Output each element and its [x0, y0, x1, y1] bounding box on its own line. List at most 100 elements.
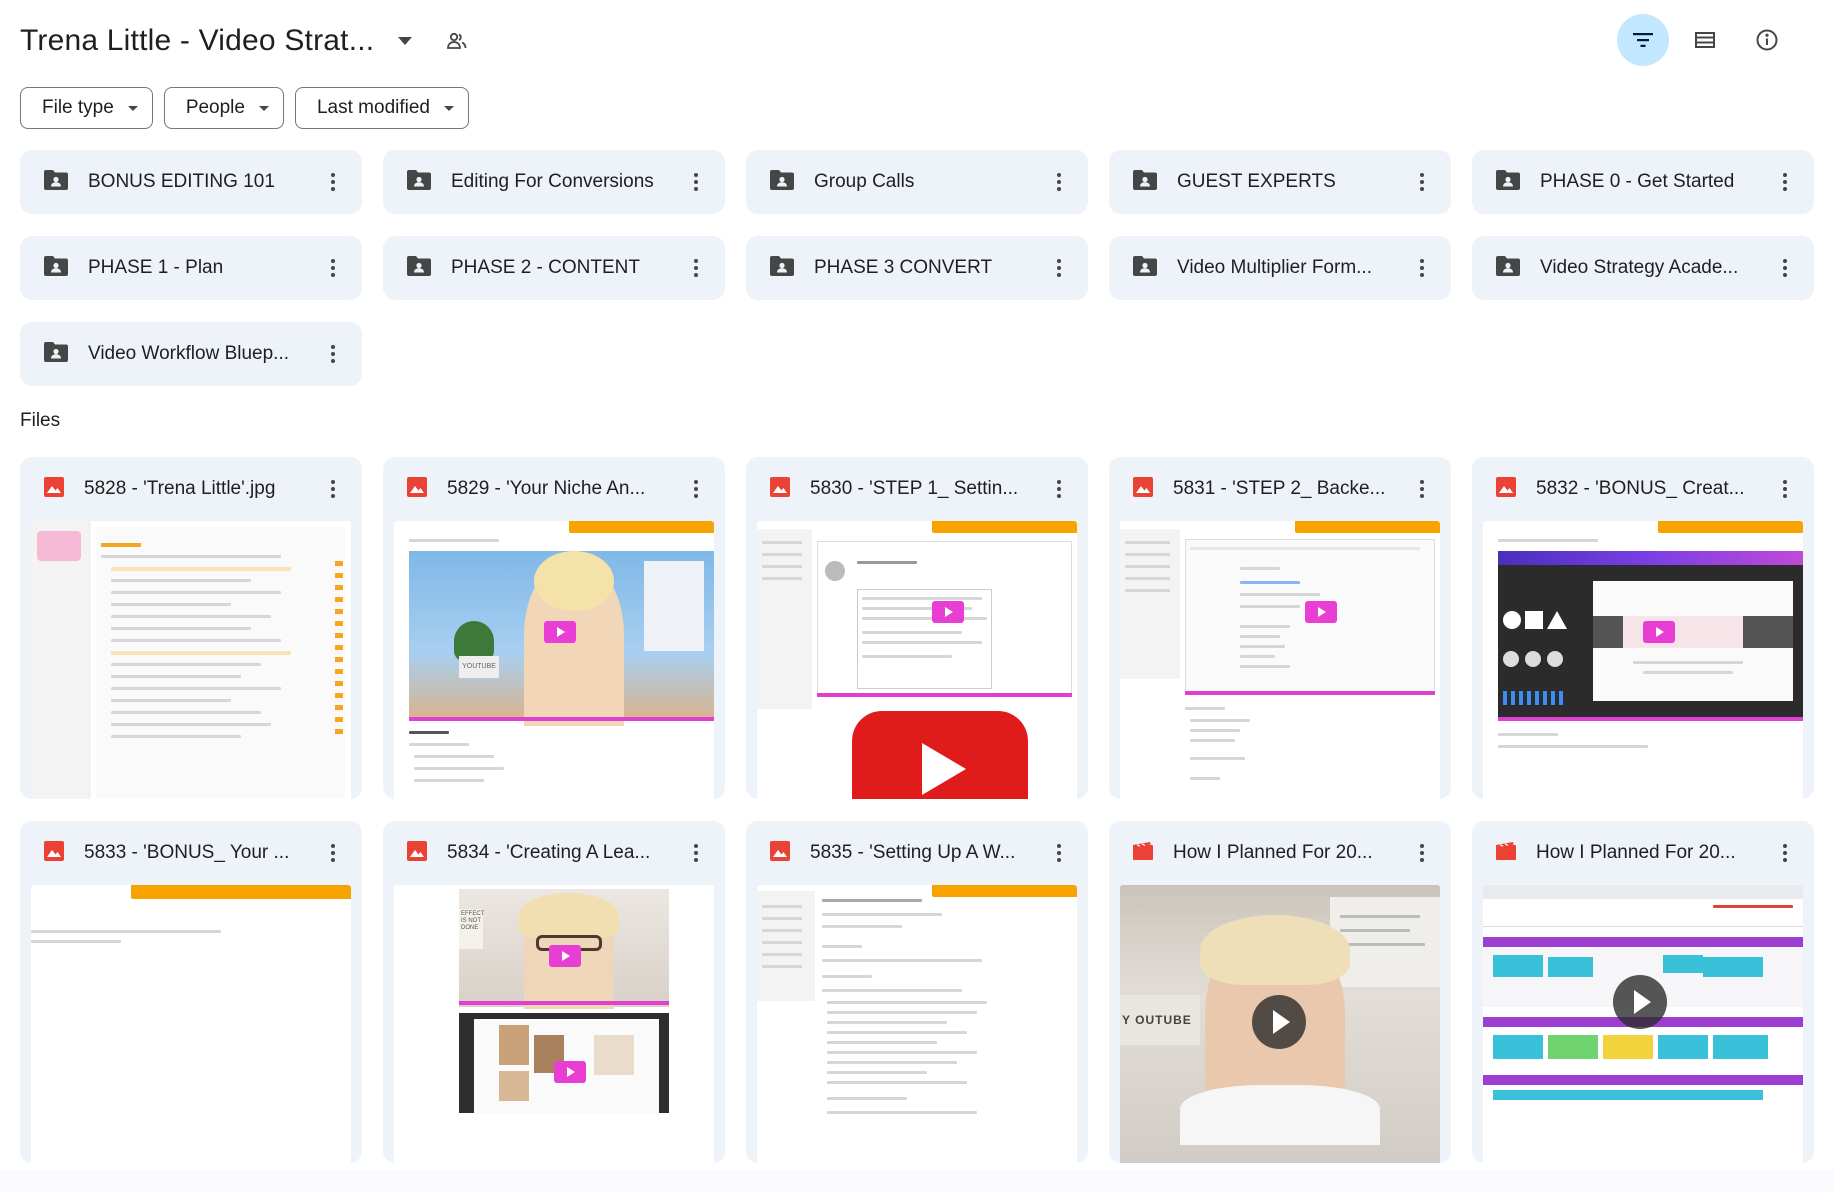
- file-card[interactable]: 5833 - 'BONUS_ Your ...: [20, 821, 362, 1163]
- file-name: 5829 - 'Your Niche An...: [447, 478, 646, 499]
- info-icon[interactable]: [1741, 14, 1793, 66]
- image-file-icon: [407, 476, 427, 502]
- file-thumbnail: [1483, 521, 1803, 799]
- more-options-icon[interactable]: [1772, 833, 1798, 873]
- more-options-icon[interactable]: [1409, 833, 1435, 873]
- file-thumbnail: [1483, 885, 1803, 1163]
- youtube-sign: YOUTUBE: [462, 663, 496, 670]
- image-file-icon: [407, 840, 427, 866]
- more-options-icon[interactable]: [683, 248, 709, 288]
- more-options-icon[interactable]: [320, 334, 346, 374]
- shared-folder-icon: [770, 255, 794, 281]
- image-file-icon: [1496, 476, 1516, 502]
- last-modified-filter[interactable]: Last modified: [294, 87, 469, 129]
- folder-name: Group Calls: [814, 171, 915, 192]
- shared-folder-icon: [407, 169, 431, 195]
- folder-item[interactable]: GUEST EXPERTS: [1109, 150, 1451, 214]
- file-card[interactable]: 5832 - 'BONUS_ Creat...: [1472, 457, 1814, 799]
- folder-item[interactable]: Video Workflow Bluep...: [20, 322, 362, 386]
- files-section-label: Files: [20, 410, 61, 431]
- shared-folder-icon: [44, 255, 68, 281]
- chevron-down-icon: [127, 106, 138, 111]
- more-options-icon[interactable]: [1772, 469, 1798, 509]
- more-options-icon[interactable]: [1046, 248, 1072, 288]
- chip-label: People: [185, 97, 245, 118]
- folder-name: Editing For Conversions: [451, 171, 654, 192]
- more-options-icon[interactable]: [1772, 248, 1798, 288]
- file-type-filter[interactable]: File type: [20, 87, 153, 129]
- file-card[interactable]: 5835 - 'Setting Up A W...: [746, 821, 1088, 1163]
- file-header: 5828 - 'Trena Little'.jpg: [20, 457, 362, 521]
- file-thumbnail: Y OUTUBE: [1120, 885, 1440, 1163]
- file-card[interactable]: 5828 - 'Trena Little'.jpg: [20, 457, 362, 799]
- more-options-icon[interactable]: [1409, 469, 1435, 509]
- file-card[interactable]: 5829 - 'Your Niche An... YOUTUBE: [383, 457, 725, 799]
- video-file-icon: [1133, 841, 1153, 865]
- more-options-icon[interactable]: [320, 833, 346, 873]
- more-options-icon[interactable]: [683, 162, 709, 202]
- folder-name: PHASE 1 - Plan: [88, 257, 224, 278]
- play-icon[interactable]: [1252, 995, 1306, 1049]
- file-thumbnail: [31, 521, 351, 799]
- shared-folder-icon: [1496, 255, 1520, 281]
- folder-item[interactable]: Group Calls: [746, 150, 1088, 214]
- caret-down-icon[interactable]: [382, 18, 428, 64]
- chip-label: File type: [42, 97, 114, 118]
- shared-folder-icon: [44, 341, 68, 367]
- folder-item[interactable]: Video Strategy Acade...: [1472, 236, 1814, 300]
- file-header: 5833 - 'BONUS_ Your ...: [20, 821, 362, 885]
- filter-icon[interactable]: [1617, 14, 1669, 66]
- file-thumbnail: YOUTUBE: [394, 521, 714, 799]
- chip-label: Last modified: [316, 97, 430, 118]
- folder-item[interactable]: BONUS EDITING 101: [20, 150, 362, 214]
- file-card[interactable]: 5830 - 'STEP 1_ Settin...: [746, 457, 1088, 799]
- folder-name: PHASE 2 - CONTENT: [451, 257, 640, 278]
- file-card[interactable]: 5834 - 'Creating A Lea... EFFECT IS NOT …: [383, 821, 725, 1163]
- image-file-icon: [44, 476, 64, 502]
- shared-folder-people-icon[interactable]: [434, 18, 480, 64]
- more-options-icon[interactable]: [1046, 162, 1072, 202]
- more-options-icon[interactable]: [683, 469, 709, 509]
- folder-item[interactable]: Video Multiplier Form...: [1109, 236, 1451, 300]
- file-card[interactable]: How I Planned For 20... Y OUTUBE: [1109, 821, 1451, 1163]
- people-filter[interactable]: People: [163, 87, 284, 129]
- file-name: How I Planned For 20...: [1173, 842, 1373, 863]
- file-thumbnail: [1120, 521, 1440, 799]
- more-options-icon[interactable]: [320, 248, 346, 288]
- shared-folder-icon: [770, 169, 794, 195]
- file-header: How I Planned For 20...: [1472, 821, 1814, 885]
- file-header: 5834 - 'Creating A Lea...: [383, 821, 725, 885]
- folder-item[interactable]: Editing For Conversions: [383, 150, 725, 214]
- more-options-icon[interactable]: [1046, 833, 1072, 873]
- file-header: 5829 - 'Your Niche An...: [383, 457, 725, 521]
- file-card[interactable]: 5831 - 'STEP 2_ Backe...: [1109, 457, 1451, 799]
- folder-item[interactable]: PHASE 3 CONVERT: [746, 236, 1088, 300]
- folder-item[interactable]: PHASE 2 - CONTENT: [383, 236, 725, 300]
- image-file-icon: [770, 840, 790, 866]
- more-options-icon[interactable]: [320, 469, 346, 509]
- folder-name: PHASE 3 CONVERT: [814, 257, 993, 278]
- folder-header: Trena Little - Video Strat...: [20, 16, 480, 66]
- image-file-icon: [770, 476, 790, 502]
- more-options-icon[interactable]: [1772, 162, 1798, 202]
- file-thumbnail: [757, 521, 1077, 799]
- more-options-icon[interactable]: [1409, 162, 1435, 202]
- file-name: 5828 - 'Trena Little'.jpg: [84, 478, 276, 499]
- list-view-icon[interactable]: [1679, 14, 1731, 66]
- file-thumbnail: [31, 885, 351, 1163]
- more-options-icon[interactable]: [683, 833, 709, 873]
- folder-grid: BONUS EDITING 101 Editing For Conversion…: [20, 150, 1816, 386]
- file-card[interactable]: How I Planned For 20...: [1472, 821, 1814, 1163]
- shared-folder-icon: [1496, 169, 1520, 195]
- play-icon[interactable]: [1613, 975, 1667, 1029]
- folder-item[interactable]: PHASE 1 - Plan: [20, 236, 362, 300]
- filter-chips: File type People Last modified: [20, 87, 469, 129]
- more-options-icon[interactable]: [320, 162, 346, 202]
- folder-item[interactable]: PHASE 0 - Get Started: [1472, 150, 1814, 214]
- drive-page: Trena Little - Video Strat... File type: [0, 0, 1833, 1170]
- folder-title[interactable]: Trena Little - Video Strat...: [20, 24, 374, 58]
- youtube-sign-2: Y OUTUBE: [1122, 1013, 1192, 1027]
- more-options-icon[interactable]: [1046, 469, 1072, 509]
- more-options-icon[interactable]: [1409, 248, 1435, 288]
- file-name: 5832 - 'BONUS_ Creat...: [1536, 478, 1745, 499]
